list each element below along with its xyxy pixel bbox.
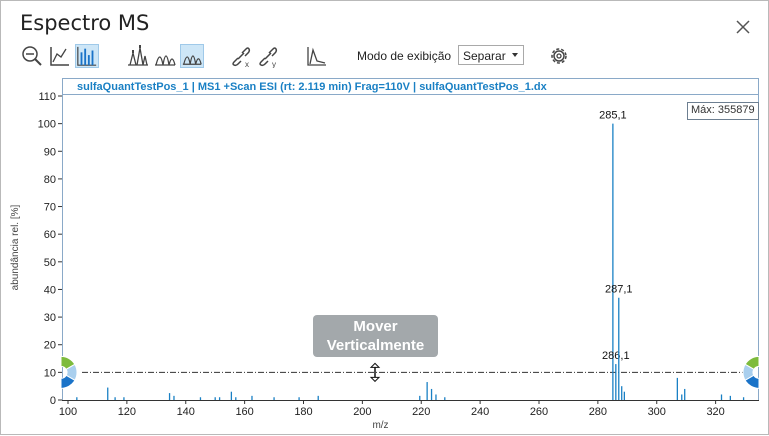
y-axis-label: abundância rel. [%] bbox=[10, 204, 21, 290]
y-tick-label: 0 bbox=[50, 395, 56, 407]
x-tick-label: 160 bbox=[235, 406, 253, 418]
spectrum-chart[interactable]: 0 10 20 30 40 50 60 70 80 90 100 110 100 120 140 160 180… bbox=[1, 1, 769, 436]
peak-label: 286,1 bbox=[602, 350, 630, 362]
y-tick-label: 80 bbox=[44, 174, 56, 186]
move-vertically-tooltip: Mover Verticalmente bbox=[313, 315, 438, 357]
tooltip-line-1: Mover bbox=[353, 318, 398, 335]
ms-spectrum-window: Espectro MS x y Modo de exibição Separar… bbox=[0, 0, 769, 435]
x-tick-label: 320 bbox=[706, 406, 724, 418]
tooltip-line-2: Verticalmente bbox=[326, 337, 425, 354]
peak-label: 285,1 bbox=[599, 110, 627, 122]
y-tick-label: 100 bbox=[38, 119, 56, 131]
x-tick-label: 220 bbox=[412, 406, 430, 418]
threshold-handle-right[interactable] bbox=[742, 355, 760, 389]
max-abundance-label: Máx: 355879 bbox=[687, 102, 759, 120]
y-tick-label: 90 bbox=[44, 146, 56, 158]
y-tick-label: 70 bbox=[44, 202, 56, 214]
y-tick-label: 10 bbox=[44, 367, 56, 379]
x-tick-label: 200 bbox=[353, 406, 371, 418]
y-tick-label: 20 bbox=[44, 340, 56, 352]
x-tick-label: 120 bbox=[118, 406, 136, 418]
x-tick-label: 180 bbox=[294, 406, 312, 418]
y-tick-label: 60 bbox=[44, 229, 56, 241]
x-tick-label: 100 bbox=[59, 406, 77, 418]
x-axis-label: m/z bbox=[372, 420, 388, 431]
threshold-handle-left[interactable] bbox=[60, 355, 78, 389]
y-tick-label: 50 bbox=[44, 257, 56, 269]
x-tick-label: 260 bbox=[530, 406, 548, 418]
y-tick-label: 110 bbox=[38, 91, 56, 103]
y-tick-label: 30 bbox=[44, 312, 56, 324]
x-tick-label: 140 bbox=[177, 406, 195, 418]
peak-label: 287,1 bbox=[605, 284, 633, 296]
x-tick-label: 300 bbox=[648, 406, 666, 418]
x-tick-label: 240 bbox=[471, 406, 489, 418]
y-tick-label: 40 bbox=[44, 284, 56, 296]
x-tick-label: 280 bbox=[589, 406, 607, 418]
